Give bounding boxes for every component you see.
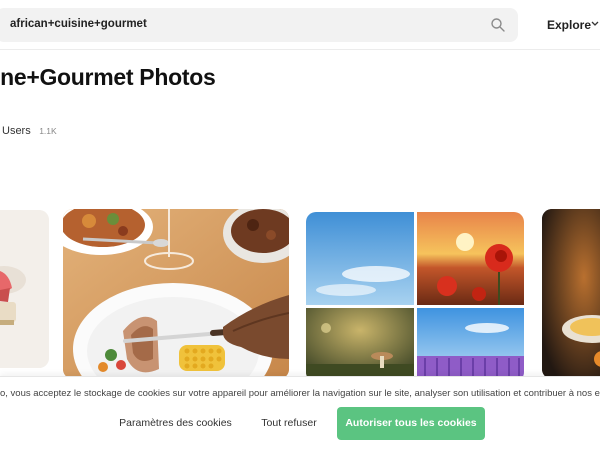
accept-all-cookies-button[interactable]: Autoriser tous les cookies [337,407,485,440]
photo-card[interactable] [0,210,49,368]
page-title: ine+Gourmet Photos [0,64,216,90]
filter-users[interactable]: Users 1.1K [2,121,57,139]
cookie-banner: o, vous acceptez le stockage de cookies … [0,376,600,450]
top-header: african+cuisine+gourmet Explore [0,0,600,50]
search-icon[interactable] [490,17,506,33]
page: african+cuisine+gourmet Explore ine+Gour… [0,0,600,450]
cookie-message: o, vous acceptez le stockage de cookies … [0,388,600,399]
photo-card[interactable] [306,212,524,382]
photo-tile-poppies [417,212,524,305]
photo-card[interactable] [542,209,600,379]
filter-count: 1.1K [39,126,57,136]
chevron-down-icon[interactable] [590,19,600,29]
photo-card[interactable] [63,209,289,379]
photo-image [63,209,289,379]
photo-image [0,210,49,368]
search-input[interactable]: african+cuisine+gourmet [0,8,518,42]
filter-label: Users [2,125,31,137]
photo-tile-mushroom [306,308,414,382]
search-query-text: african+cuisine+gourmet [10,18,147,30]
photo-tile-sky [306,212,414,305]
photo-tile-lavender [417,308,524,382]
explore-menu[interactable]: Explore [547,18,591,32]
cookie-settings-button[interactable]: Paramètres des cookies [110,407,241,440]
refuse-all-button[interactable]: Tout refuser [250,407,328,440]
photo-image [542,209,600,379]
